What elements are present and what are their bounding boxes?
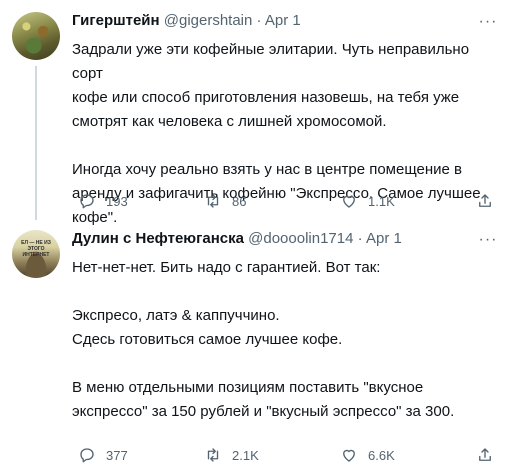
avatar-caption: ЕЛ — НЕ ИЗ ЭТОГО ИНТЕРНЕТ xyxy=(21,240,51,258)
more-options-icon[interactable]: ··· xyxy=(478,232,498,250)
avatar[interactable] xyxy=(12,12,60,60)
tweet-actions: 193 86 1.1K xyxy=(72,191,504,211)
tweet-date[interactable]: Apr 1 xyxy=(366,230,402,247)
reply-count: 377 xyxy=(106,447,128,463)
share-button[interactable] xyxy=(476,191,504,211)
tweet-2[interactable]: ЕЛ — НЕ ИЗ ЭТОГО ИНТЕРНЕТ Дулин с Нефтею… xyxy=(0,218,512,476)
tweet-line: Экспресо, латэ & каппуччино. xyxy=(72,307,280,324)
tweet-text: Нет-нет-нет. Бить надо с гарантией. Вот … xyxy=(72,256,504,424)
heart-icon xyxy=(343,195,355,208)
tweet-1[interactable]: Гигерштейн @gigershtain · Apr 1 ··· Задр… xyxy=(0,0,512,230)
share-icon xyxy=(479,448,491,461)
retweet-icon xyxy=(207,448,219,462)
retweet-icon xyxy=(207,194,219,208)
author-name[interactable]: Гигерштейн xyxy=(72,12,160,29)
separator: · xyxy=(252,12,265,29)
share-button[interactable] xyxy=(476,445,504,465)
tweet-header: Дулин с Нефтеюганска @doooolin1714 · Apr… xyxy=(72,230,402,247)
more-options-icon[interactable]: ··· xyxy=(478,14,498,32)
tweet-line: Нет-нет-нет. Бить надо с гарантией. Вот … xyxy=(72,259,381,276)
reply-icon xyxy=(80,194,94,209)
tweet-line: Иногда хочу реально взять у нас в центре… xyxy=(72,161,462,178)
author-handle[interactable]: @doooolin1714 xyxy=(248,230,353,247)
avatar[interactable]: ЕЛ — НЕ ИЗ ЭТОГО ИНТЕРНЕТ xyxy=(12,230,60,278)
tweet-date[interactable]: Apr 1 xyxy=(265,12,301,29)
tweet-line: кофе или способ приготовления назовешь, … xyxy=(72,89,460,106)
reply-button[interactable]: 377 xyxy=(78,445,128,465)
like-count: 1.1K xyxy=(368,193,395,209)
tweet-line: экспрессо" за 150 рублей и "вкусный эспр… xyxy=(72,403,455,420)
tweet-line: Задрали уже эти кофейные элитарии. Чуть … xyxy=(72,41,470,82)
like-count: 6.6K xyxy=(368,447,395,463)
reply-count: 193 xyxy=(106,193,128,209)
heart-icon xyxy=(343,449,355,462)
retweet-button[interactable]: 2.1K xyxy=(204,445,259,465)
retweet-count: 2.1K xyxy=(232,447,259,463)
reply-button[interactable]: 193 xyxy=(78,191,128,211)
tweet-header: Гигерштейн @gigershtain · Apr 1 xyxy=(72,12,301,29)
tweet-line: В меню отдельными позициям поставить "вк… xyxy=(72,379,424,396)
like-button[interactable]: 1.1K xyxy=(340,191,395,211)
like-button[interactable]: 6.6K xyxy=(340,445,395,465)
retweet-button[interactable]: 86 xyxy=(204,191,246,211)
author-handle[interactable]: @gigershtain xyxy=(164,12,253,29)
author-name[interactable]: Дулин с Нефтеюганска xyxy=(72,230,244,247)
tweet-line: Сдесь готовиться самое лучшее кофе. xyxy=(72,331,343,348)
tweet-actions: 377 2.1K 6.6K xyxy=(72,445,504,465)
thread-connector-line xyxy=(35,66,37,220)
share-icon xyxy=(479,194,491,207)
retweet-count: 86 xyxy=(232,193,247,209)
separator: · xyxy=(353,230,366,247)
tweet-line: смотрят как человека с лишней хромосомой… xyxy=(72,113,387,130)
reply-icon xyxy=(80,448,94,463)
